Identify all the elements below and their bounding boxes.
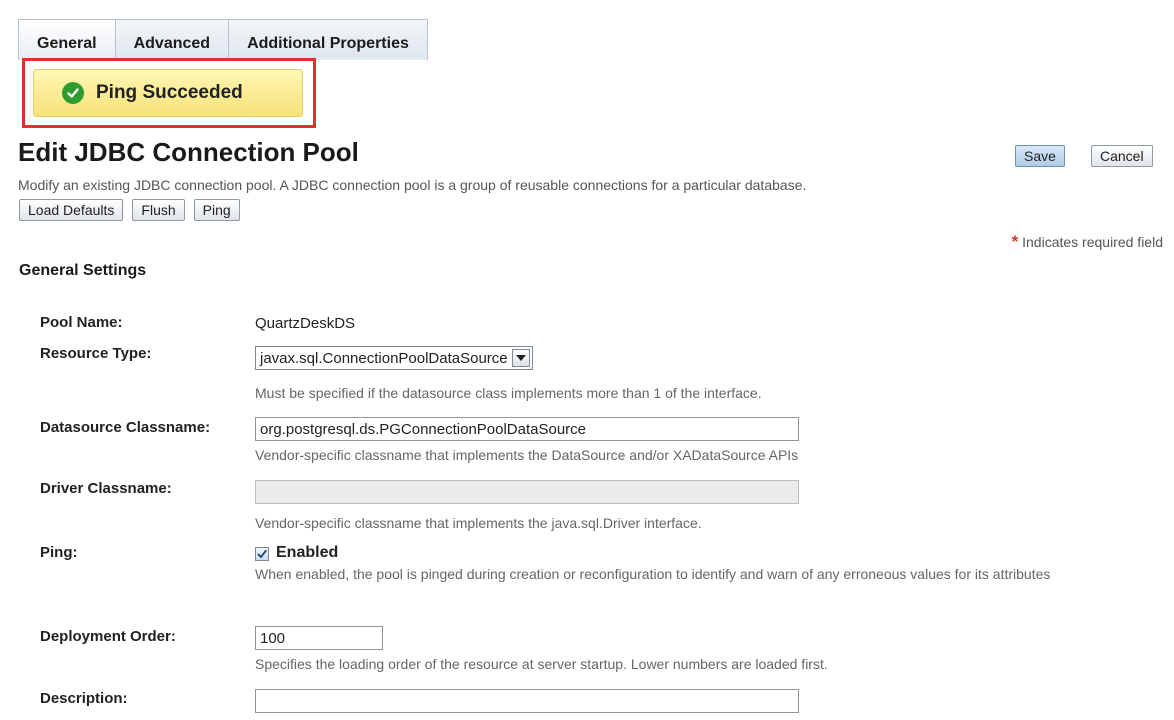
- tab-advanced[interactable]: Advanced: [115, 20, 230, 58]
- flush-button[interactable]: Flush: [132, 199, 185, 221]
- pool-name-value: QuartzDeskDS: [255, 315, 356, 332]
- check-circle-icon: [62, 82, 84, 104]
- datasource-classname-help: Vendor-specific classname that implement…: [255, 447, 799, 463]
- tab-general[interactable]: General: [19, 20, 116, 58]
- description-label: Description:: [40, 690, 128, 707]
- ping-help: When enabled, the pool is pinged during …: [255, 566, 1051, 582]
- deployment-order-input[interactable]: [255, 626, 383, 650]
- datasource-classname-label: Datasource Classname:: [40, 419, 211, 436]
- deployment-order-help: Specifies the loading order of the resou…: [255, 656, 828, 672]
- resource-type-help: Must be specified if the datasource clas…: [255, 385, 762, 401]
- ping-alert: Ping Succeeded: [33, 69, 303, 117]
- load-defaults-button[interactable]: Load Defaults: [19, 199, 124, 221]
- section-title: General Settings: [19, 262, 147, 279]
- cancel-button[interactable]: Cancel: [1091, 145, 1153, 167]
- page-title: Edit JDBC Connection Pool: [18, 137, 359, 167]
- ping-enabled-label: Enabled: [276, 544, 339, 561]
- ping-button[interactable]: Ping: [193, 199, 240, 221]
- resource-type-select[interactable]: javax.sql.ConnectionPoolDataSource: [255, 346, 533, 370]
- alert-message: Ping Succeeded: [96, 82, 243, 103]
- required-star: *: [1011, 232, 1019, 251]
- resource-type-label: Resource Type:: [40, 345, 152, 362]
- page-description: Modify an existing JDBC connection pool.…: [18, 177, 807, 193]
- save-button[interactable]: Save: [1015, 145, 1065, 167]
- chevron-down-icon[interactable]: [511, 349, 530, 367]
- driver-classname-help: Vendor-specific classname that implement…: [255, 515, 702, 531]
- tab-additional-properties[interactable]: Additional Properties: [229, 20, 427, 58]
- ping-label: Ping:: [40, 544, 78, 561]
- pool-name-label: Pool Name:: [40, 314, 123, 331]
- required-text: Indicates required field: [1022, 234, 1163, 250]
- driver-classname-label: Driver Classname:: [40, 480, 172, 497]
- deployment-order-label: Deployment Order:: [40, 628, 176, 645]
- alert-highlight-box: Ping Succeeded: [22, 58, 316, 128]
- required-field-note: * Indicates required field: [1012, 232, 1163, 252]
- pool-actions: Load Defaults Flush Ping: [19, 199, 240, 221]
- description-input[interactable]: [255, 689, 799, 713]
- driver-classname-input: [255, 480, 799, 504]
- tab-bar: General Advanced Additional Properties: [18, 19, 428, 60]
- datasource-classname-input[interactable]: [255, 417, 799, 441]
- resource-type-value: javax.sql.ConnectionPoolDataSource: [260, 349, 508, 367]
- ping-enabled-checkbox[interactable]: [255, 547, 269, 561]
